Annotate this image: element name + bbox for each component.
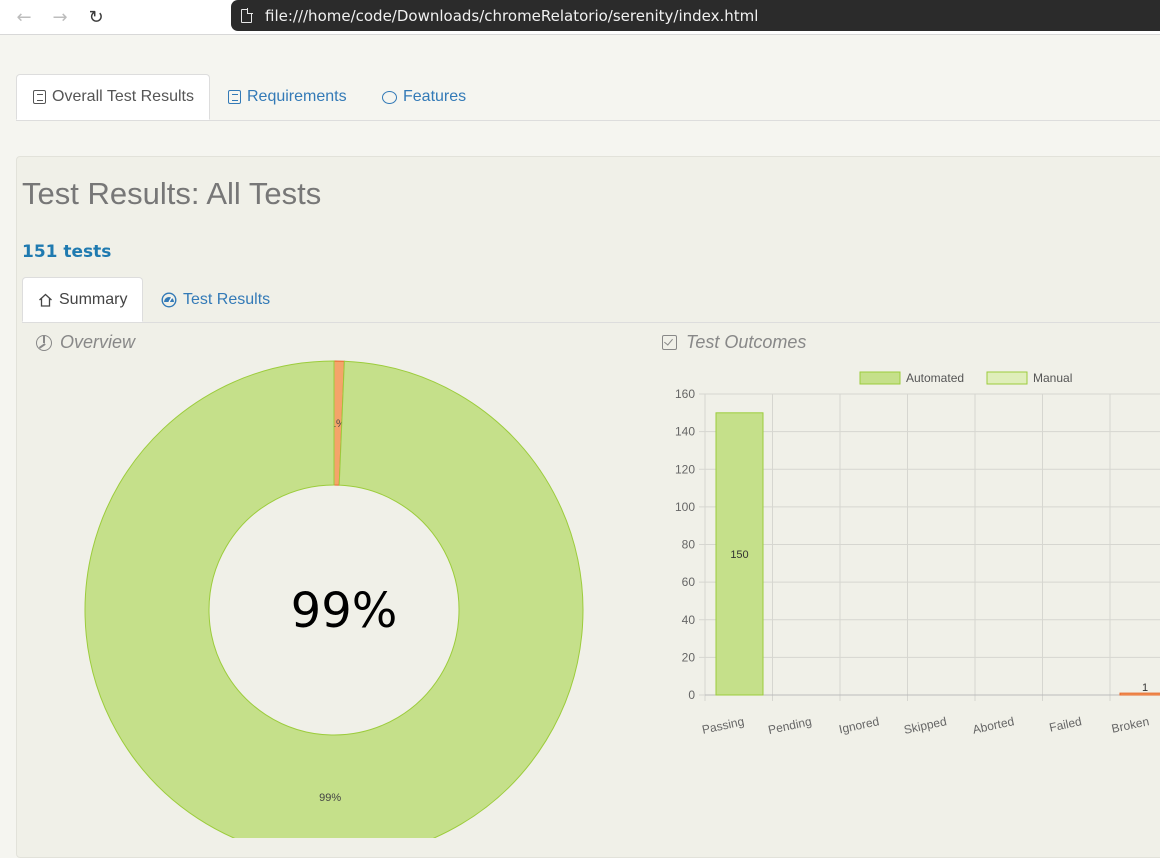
y-tick-label: 80 <box>682 538 696 552</box>
browser-toolbar: ← → ↻ file:///home/code/Downloads/chrome… <box>0 0 1160 35</box>
comment-icon <box>382 90 397 104</box>
y-tick-label: 100 <box>675 500 695 514</box>
donut-slice-label: 99% <box>319 792 341 804</box>
svg-text:Automated: Automated <box>906 371 964 385</box>
url-text: file:///home/code/Downloads/chromeRelato… <box>265 6 759 25</box>
test-outcomes-bar-chart: Automated Manual 0 20 40 60 80 100 120 140 160 Pass… <box>675 371 1160 737</box>
x-tick-label: Ignored <box>838 714 881 736</box>
dashboard-icon <box>161 291 177 308</box>
arrow-right-icon: → <box>52 6 68 28</box>
x-tick-label: Pending <box>767 714 813 737</box>
forward-button[interactable]: → <box>47 5 73 29</box>
outcomes-title: Test Outcomes <box>686 332 807 352</box>
bar-broken-automated[interactable] <box>1119 692 1160 696</box>
test-count-link[interactable]: 151 tests <box>22 242 111 262</box>
x-tick-label: Failed <box>1048 714 1083 734</box>
tab-summary[interactable]: Summary <box>22 277 143 322</box>
outcomes-heading: Test Outcomes <box>662 332 806 353</box>
x-tick-label: Skipped <box>903 714 948 737</box>
address-bar[interactable]: file:///home/code/Downloads/chromeRelato… <box>231 0 1160 31</box>
arrow-left-icon: ← <box>16 6 32 28</box>
tab-requirements[interactable]: Requirements <box>228 74 347 120</box>
file-icon <box>241 7 253 23</box>
reload-icon: ↻ <box>88 6 104 28</box>
bar-data-label: 150 <box>730 549 748 561</box>
tab-test-results[interactable]: Test Results <box>161 277 270 322</box>
page-title: Test Results: All Tests <box>22 176 322 211</box>
tab-label: Requirements <box>247 88 347 105</box>
bar-data-label: 1 <box>1142 682 1148 694</box>
x-tick-label: Aborted <box>971 714 1015 736</box>
reload-button[interactable]: ↻ <box>83 5 109 29</box>
tab-label: Summary <box>59 290 128 308</box>
overview-title: Overview <box>60 332 136 352</box>
checklist-icon <box>33 90 46 104</box>
pie-chart-icon <box>36 334 52 351</box>
donut-center-label: 99% <box>291 583 398 639</box>
back-button[interactable]: ← <box>11 5 37 29</box>
home-icon <box>39 293 52 307</box>
tab-label: Test Results <box>183 290 271 308</box>
svg-text:Manual: Manual <box>1033 371 1072 385</box>
y-tick-label: 60 <box>682 575 696 589</box>
x-tick-label: Broken <box>1110 714 1150 736</box>
y-tick-label: 20 <box>682 650 696 664</box>
legend-item-automated[interactable]: Automated <box>859 371 964 385</box>
y-tick-label: 160 <box>675 387 695 401</box>
overview-heading: Overview <box>36 332 135 353</box>
overview-donut-chart: 1%99%99% <box>84 360 584 838</box>
y-tick-label: 140 <box>675 425 695 439</box>
sub-tabs: Summary Test Results <box>22 277 1160 323</box>
x-tick-label: Passing <box>701 714 746 737</box>
y-tick-label: 0 <box>688 688 695 702</box>
tab-label: Overall Test Results <box>52 88 194 105</box>
y-tick-label: 120 <box>675 462 695 476</box>
main-tabs: Overall Test Results Requirements Featur… <box>16 74 1160 121</box>
tab-overall-test-results[interactable]: Overall Test Results <box>16 74 210 120</box>
tab-features[interactable]: Features <box>382 74 466 120</box>
legend-item-manual[interactable]: Manual <box>986 371 1072 385</box>
list-icon <box>228 90 241 104</box>
checkbox-icon <box>662 335 677 350</box>
tab-label: Features <box>403 88 467 105</box>
y-tick-label: 40 <box>682 613 696 627</box>
